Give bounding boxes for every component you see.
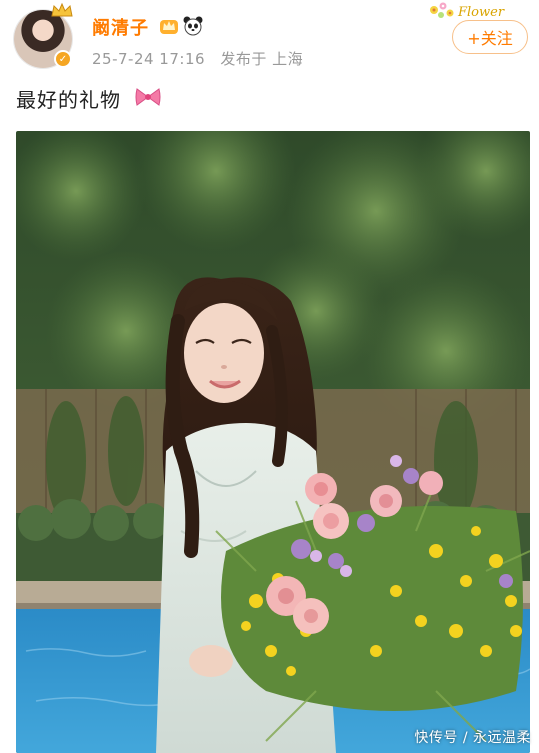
panda-icon: [183, 16, 203, 36]
post-location: 发布于 上海: [220, 50, 304, 68]
bow-icon: [135, 88, 161, 106]
flower-banner-text: Flower: [457, 5, 505, 20]
author-name[interactable]: 阚清子: [92, 14, 149, 40]
post-timestamp: 25-7-24 17:16: [92, 50, 206, 68]
follow-label: +关注: [467, 29, 513, 48]
follow-button[interactable]: +关注: [452, 20, 528, 54]
crown-icon: [160, 20, 178, 34]
avatar-wrapper[interactable]: ✓: [14, 2, 73, 68]
watermark: 快传号 / 永远温柔: [414, 730, 531, 746]
avatar-crown-icon: [51, 2, 73, 17]
post-meta: 25-7-24 17:16 发布于 上海: [92, 48, 303, 69]
post-text: 最好的礼物: [16, 88, 121, 112]
post-photo-image: [16, 131, 530, 753]
verified-badge-icon: ✓: [54, 50, 72, 68]
post-photo[interactable]: [16, 131, 530, 753]
